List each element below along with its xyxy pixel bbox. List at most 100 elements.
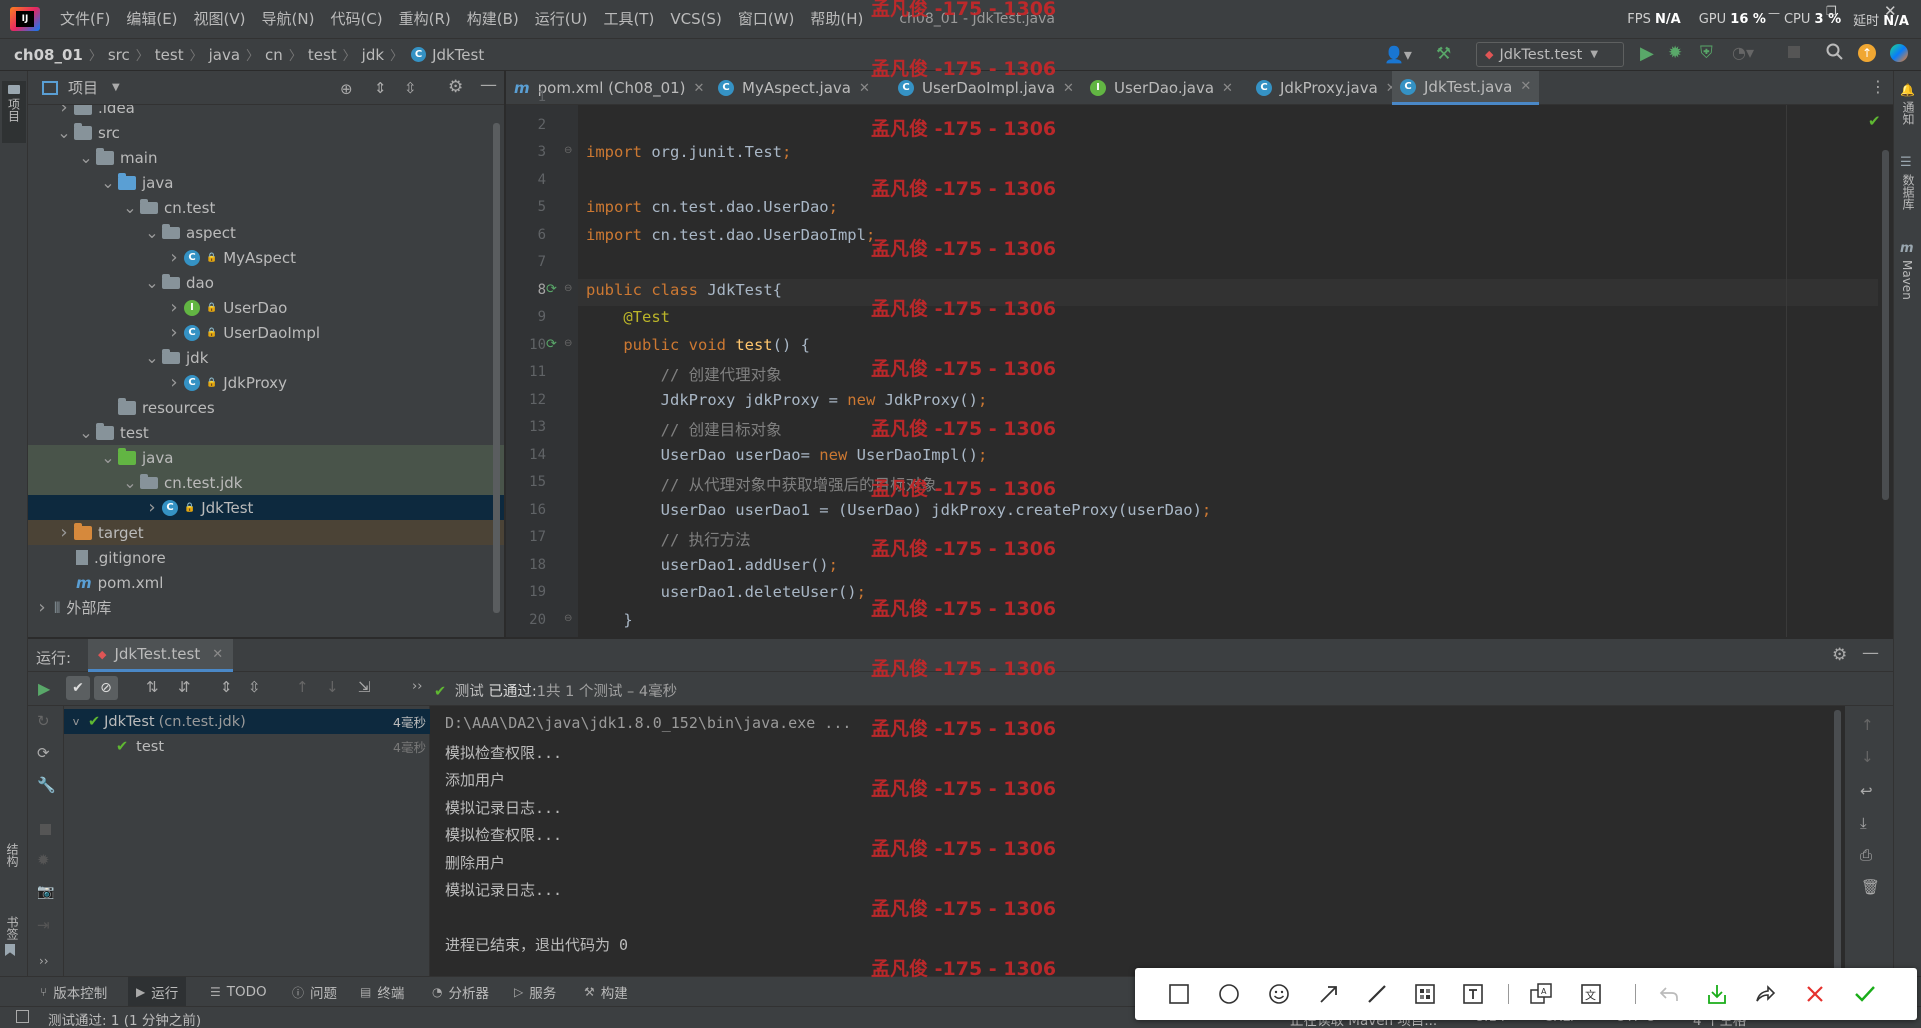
bottom-tool-problems[interactable]: ⓘ 问题 xyxy=(292,977,337,1007)
coverage-icon[interactable]: ⛨ xyxy=(1700,43,1713,63)
tree-item-cn-test[interactable]: ⌄ cn.test xyxy=(28,195,504,220)
rerun-icon[interactable]: ▶ xyxy=(38,679,50,698)
tree-item-jdkproxy[interactable]: › C 🔒 JdkProxy xyxy=(28,370,504,395)
next-failed-icon[interactable]: ↓ xyxy=(326,678,339,696)
menu-item[interactable]: VCS(S) xyxy=(662,0,729,38)
close-tab-icon[interactable]: ✕ xyxy=(1222,81,1233,96)
prev-failed-icon[interactable]: ↑ xyxy=(296,678,309,696)
print-icon[interactable]: ⎙ xyxy=(1860,846,1872,864)
tree-item-myaspect[interactable]: › C 🔒 MyAspect xyxy=(28,245,504,270)
hide-panel-icon[interactable]: — xyxy=(480,75,497,95)
breadcrumb-item[interactable]: cn xyxy=(265,46,283,64)
breadcrumb-item[interactable]: src xyxy=(108,46,130,64)
chevron-down-icon[interactable]: ⌄ xyxy=(144,273,160,292)
tree-item--idea[interactable]: › .idea xyxy=(28,105,504,120)
bottom-tool-todo[interactable]: ☰ TODO xyxy=(210,977,267,1007)
console-line[interactable]: 模拟记录日志... xyxy=(445,879,562,900)
scroll-to-end-icon[interactable]: ⤓ xyxy=(1860,814,1867,832)
tree-item-dao[interactable]: ⌄ dao xyxy=(28,270,504,295)
scroll-up-icon[interactable]: ↑ xyxy=(1861,716,1874,734)
maven-tool-button[interactable]: m Maven xyxy=(1900,241,1914,300)
layout-toggle-icon[interactable] xyxy=(16,1010,29,1023)
project-panel-title[interactable]: 项目 xyxy=(68,77,98,98)
menu-item[interactable]: 重构(R) xyxy=(391,0,459,38)
jetbrains-logo-icon[interactable] xyxy=(1890,44,1908,62)
pen-tool-icon[interactable] xyxy=(1363,980,1391,1008)
more-icon[interactable]: ›› xyxy=(412,679,422,694)
tree-item-userdao[interactable]: › I 🔒 UserDao xyxy=(28,295,504,320)
tree-item-target[interactable]: › target xyxy=(28,520,504,545)
chevron-right-icon[interactable]: › xyxy=(166,297,182,318)
hide-panel-icon[interactable]: — xyxy=(1862,643,1879,663)
editor-tab-myaspect-java[interactable]: C MyAspect.java ✕ xyxy=(710,71,878,105)
breadcrumb-item[interactable]: jdk xyxy=(362,46,384,64)
tree-item-java[interactable]: ⌄ java xyxy=(28,170,504,195)
tree-item-resources[interactable]: resources xyxy=(28,395,504,420)
fold-icon[interactable]: ⊖ xyxy=(564,613,572,624)
menu-item[interactable]: 运行(U) xyxy=(527,0,596,38)
breadcrumb-item[interactable]: ch08_01 xyxy=(14,46,83,64)
locate-icon[interactable]: ⊕ xyxy=(340,80,353,98)
arrow-tool-icon[interactable] xyxy=(1315,980,1343,1008)
profile-icon[interactable]: ◔▾ xyxy=(1732,43,1754,62)
sort-alpha-icon[interactable]: ⇅ xyxy=(146,678,159,696)
test-row-suite[interactable]: v ✔ JdkTest (cn.test.jdk) 4毫秒 xyxy=(64,709,430,734)
ocr-tool-icon[interactable]: A xyxy=(1527,980,1555,1008)
console-line[interactable]: 模拟记录日志... xyxy=(445,797,562,818)
confirm-icon[interactable] xyxy=(1851,980,1879,1008)
show-passed-toggle[interactable]: ✔ xyxy=(66,676,90,700)
menu-item[interactable]: 文件(F) xyxy=(52,0,118,38)
console-line[interactable]: 添加用户 xyxy=(445,769,505,790)
exit-icon[interactable]: ⇥ xyxy=(37,916,50,934)
tree-scrollbar[interactable] xyxy=(493,123,500,613)
gear-icon[interactable]: ⚙ xyxy=(448,77,463,97)
trash-icon[interactable]: 🗑 xyxy=(1861,878,1880,896)
close-tab-icon[interactable]: ✕ xyxy=(1063,81,1074,96)
share-icon[interactable] xyxy=(1751,980,1779,1008)
show-ignored-toggle[interactable]: ⊘ xyxy=(94,676,118,700)
chevron-down-icon[interactable]: ▼ xyxy=(112,82,120,93)
build-hammer-icon[interactable]: ⚒ xyxy=(1436,44,1451,64)
bottom-tool-profiler[interactable]: ◔ 分析器 xyxy=(432,977,489,1007)
menu-item[interactable]: 构建(B) xyxy=(459,0,527,38)
tree-item-test[interactable]: ⌄ test xyxy=(28,420,504,445)
tree-item--[interactable]: › ⫴ 外部库 xyxy=(28,595,504,620)
menu-item[interactable]: 窗口(W) xyxy=(730,0,803,38)
close-tab-icon[interactable]: ✕ xyxy=(859,81,870,96)
collapse-all-icon[interactable]: ⇳ xyxy=(248,678,261,696)
ellipse-tool-icon[interactable] xyxy=(1215,980,1243,1008)
console-line[interactable]: 删除用户 xyxy=(445,852,505,873)
gear-icon[interactable]: ⚙ xyxy=(1832,645,1847,665)
save-download-icon[interactable] xyxy=(1703,980,1731,1008)
minimize-icon[interactable]: — xyxy=(1768,6,1780,20)
console-line[interactable]: 进程已结束，退出代码为 0 xyxy=(445,934,628,955)
chevron-down-icon[interactable]: ⌄ xyxy=(78,423,94,442)
tree-item-java[interactable]: ⌄ java xyxy=(28,445,504,470)
chevron-down-icon[interactable]: ⌄ xyxy=(78,148,94,167)
tree-item-userdaoimpl[interactable]: › C 🔒 UserDaoImpl xyxy=(28,320,504,345)
console-line[interactable]: 模拟检查权限... xyxy=(445,824,562,845)
expand-all-icon[interactable]: ⇕ xyxy=(220,678,233,696)
debug-icon[interactable]: ✹ xyxy=(37,851,50,869)
rerun-failed-icon[interactable]: ↻ xyxy=(37,712,50,730)
menu-item[interactable]: 帮助(H) xyxy=(802,0,871,38)
text-tool-icon[interactable] xyxy=(1459,980,1487,1008)
breadcrumb-item[interactable]: test xyxy=(155,46,184,64)
chevron-right-icon[interactable]: › xyxy=(56,522,72,543)
chevron-down-icon[interactable]: ⌄ xyxy=(100,448,116,467)
editor-tab-jdkproxy-java[interactable]: CJdkProxy.java✕ xyxy=(1248,71,1405,105)
console-line[interactable]: 模拟检查权限... xyxy=(445,742,562,763)
update-icon[interactable]: ↑ xyxy=(1858,44,1876,62)
tree-item-jdktest[interactable]: › C 🔒 JdkTest xyxy=(28,495,504,520)
undo-icon[interactable] xyxy=(1655,980,1683,1008)
project-tool-button[interactable]: 项目 xyxy=(2,81,26,143)
breadcrumb-item[interactable]: test xyxy=(308,46,337,64)
menu-item[interactable]: 编辑(E) xyxy=(118,0,185,38)
run-config-selector[interactable]: ◆ JdkTest.test ▼ xyxy=(1476,42,1624,67)
tree-item-cn-test-jdk[interactable]: ⌄ cn.test.jdk xyxy=(28,470,504,495)
chevron-right-icon[interactable]: › xyxy=(166,322,182,343)
debug-icon[interactable]: ✹ xyxy=(1668,43,1682,63)
wrench-icon[interactable]: 🔧 xyxy=(37,776,56,794)
test-row-method[interactable]: ✔ test 4毫秒 xyxy=(64,734,430,759)
emoji-tool-icon[interactable] xyxy=(1265,980,1293,1008)
